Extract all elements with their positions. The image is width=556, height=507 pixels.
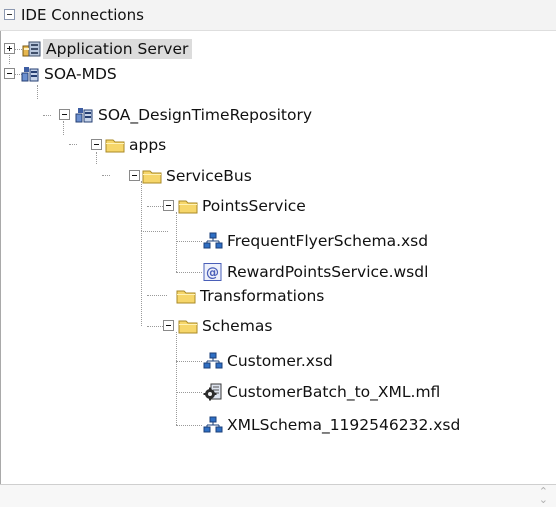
- server-icon: [22, 40, 42, 58]
- tree-node-label: SOA-MDS: [44, 65, 117, 83]
- panel-title: IDE Connections: [21, 6, 144, 24]
- tree-node-transformations[interactable]: Transformations: [0, 284, 420, 308]
- tree-node-label: FrequentFlyerSchema.xsd: [227, 232, 429, 250]
- tree-node-schemas[interactable]: Schemas: [0, 314, 320, 338]
- tree-node-label: ServiceBus: [166, 167, 252, 185]
- xsd-schema-icon: [203, 352, 223, 370]
- tree-node-apps[interactable]: apps: [0, 133, 220, 157]
- tree-node-label: PointsService: [202, 197, 306, 215]
- folder-icon: [178, 317, 198, 335]
- collapse-panel-icon[interactable]: [4, 9, 15, 20]
- tree-node-label: XMLSchema_1192546232.xsd: [227, 416, 461, 434]
- folder-icon: [178, 197, 198, 215]
- tree-node-label: SOA_DesignTimeRepository: [98, 106, 312, 124]
- tree-node-label: CustomerBatch_to_XML.mfl: [227, 383, 441, 401]
- mfl-icon: [203, 383, 223, 401]
- tree-node-label: RewardPointsService.wsdl: [227, 263, 429, 281]
- svg-text:@: @: [206, 266, 219, 281]
- xsd-schema-icon: [203, 232, 223, 250]
- collapse-toggle-icon[interactable]: [163, 320, 174, 331]
- collapse-toggle-icon[interactable]: [59, 109, 70, 120]
- tree-node-label: Transformations: [200, 287, 325, 305]
- tree-node-servicebus[interactable]: ServiceBus: [0, 164, 320, 188]
- tree-node-rewardpointsservice-wsdl[interactable]: @ RewardPointsService.wsdl: [0, 260, 540, 284]
- expand-toggle-icon[interactable]: [4, 43, 15, 54]
- wsdl-icon: @: [203, 263, 223, 281]
- tree-line: [176, 332, 177, 425]
- tree-node-application-server[interactable]: Application Server: [0, 37, 300, 61]
- connection-icon: [74, 106, 94, 124]
- tree-node-label: Schemas: [202, 317, 273, 335]
- tree-node-xmlschema-xsd[interactable]: XMLSchema_1192546232.xsd: [0, 413, 556, 437]
- folder-icon: [105, 136, 125, 154]
- collapse-toggle-icon[interactable]: [91, 139, 102, 150]
- folder-icon: [142, 167, 162, 185]
- panel-header: IDE Connections: [0, 0, 556, 31]
- tree-node-label: Application Server: [43, 39, 193, 59]
- ide-connections-window: IDE Connections Application Server SOA-M…: [0, 0, 556, 507]
- tree-node-customerbatch-to-xml-mfl[interactable]: CustomerBatch_to_XML.mfl: [0, 380, 540, 404]
- folder-icon: [176, 287, 196, 305]
- connection-icon: [20, 65, 40, 83]
- tree-node-pointsservice[interactable]: PointsService: [0, 194, 380, 218]
- scroll-arrows-icon[interactable]: ⌃ ⌄: [539, 486, 548, 505]
- tree-node-label: Customer.xsd: [227, 352, 333, 370]
- collapse-toggle-icon[interactable]: [163, 200, 174, 211]
- connections-tree: Application Server SOA-MDS SOA_DesignTim…: [0, 30, 556, 450]
- tree-node-frequentflyerschema-xsd[interactable]: FrequentFlyerSchema.xsd: [0, 229, 540, 253]
- xsd-schema-icon: [203, 416, 223, 434]
- collapse-toggle-icon[interactable]: [129, 170, 140, 181]
- collapse-toggle-icon[interactable]: [4, 68, 15, 79]
- tree-node-customer-xsd[interactable]: Customer.xsd: [0, 349, 420, 373]
- tree-node-soa-mds[interactable]: SOA-MDS: [0, 62, 200, 86]
- panel-footer: ⌃ ⌄: [0, 484, 556, 507]
- tree-node-soa-designtime-repository[interactable]: SOA_DesignTimeRepository: [0, 103, 380, 127]
- tree-line: [37, 85, 38, 99]
- tree-node-label: apps: [129, 136, 167, 154]
